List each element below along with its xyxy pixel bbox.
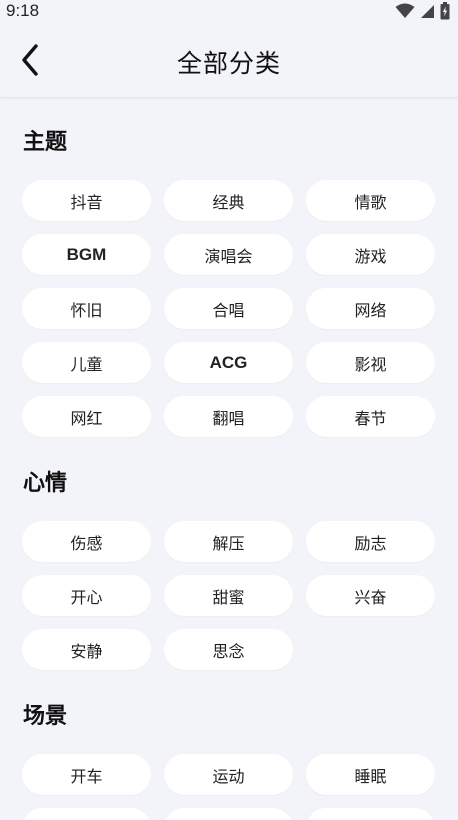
cellular-signal-icon	[421, 4, 434, 18]
tag-button-partial[interactable]	[164, 808, 293, 820]
section-title-scene: 场景	[23, 704, 68, 729]
section-title-mood: 心情	[23, 471, 68, 496]
tag-button[interactable]: 翻唱	[164, 396, 293, 437]
tag-button[interactable]: 春节	[306, 396, 435, 437]
tag-grid-mood: 伤感 解压 励志 开心 甜蜜 兴奋 安静 思念	[22, 521, 436, 670]
tag-button[interactable]: 影视	[306, 342, 435, 383]
tag-button[interactable]: 演唱会	[164, 234, 293, 275]
tag-button[interactable]: 开心	[22, 575, 151, 616]
tag-button[interactable]: 运动	[164, 754, 293, 795]
tag-button[interactable]: 兴奋	[306, 575, 435, 616]
section-title-theme: 主题	[23, 130, 68, 155]
tag-grid-theme: 抖音 经典 情歌 BGM 演唱会 游戏 怀旧 合唱 网络 儿童 ACG 影视 网…	[22, 180, 436, 437]
app-header: 全部分类	[0, 24, 458, 98]
tag-button[interactable]: 情歌	[306, 180, 435, 221]
tag-button[interactable]: 抖音	[22, 180, 151, 221]
tag-button[interactable]: 怀旧	[22, 288, 151, 329]
page-title: 全部分类	[176, 49, 281, 78]
tag-button[interactable]: 网红	[22, 396, 151, 437]
tag-button[interactable]: 网络	[306, 288, 435, 329]
wifi-icon	[395, 3, 415, 18]
category-content[interactable]: 主题 抖音 经典 情歌 BGM 演唱会 游戏 怀旧 合唱 网络 儿童 ACG 影…	[0, 98, 458, 820]
tag-grid-scene: 开车 运动 睡眠	[22, 754, 436, 820]
tag-button[interactable]: 睡眠	[306, 754, 435, 795]
tag-button-partial[interactable]	[22, 808, 151, 820]
tag-button[interactable]: 合唱	[164, 288, 293, 329]
tag-button[interactable]: 伤感	[22, 521, 151, 562]
status-time: 9:18	[6, 1, 40, 20]
tag-button[interactable]: 励志	[306, 521, 435, 562]
tag-button[interactable]: 游戏	[306, 234, 435, 275]
tag-button[interactable]: 甜蜜	[164, 575, 293, 616]
tag-button[interactable]: 思念	[164, 629, 293, 670]
status-bar: 9:18	[0, 0, 458, 24]
tag-button[interactable]: 开车	[22, 754, 151, 795]
tag-button[interactable]: 儿童	[22, 342, 151, 383]
tag-button[interactable]: 经典	[164, 180, 293, 221]
status-icons	[395, 2, 450, 20]
tag-button-partial[interactable]	[306, 808, 435, 820]
tag-button[interactable]: 解压	[164, 521, 293, 562]
tag-button[interactable]: 安静	[22, 629, 151, 670]
battery-icon	[440, 2, 450, 20]
tag-button[interactable]: BGM	[22, 234, 151, 275]
tag-button[interactable]: ACG	[164, 342, 293, 383]
